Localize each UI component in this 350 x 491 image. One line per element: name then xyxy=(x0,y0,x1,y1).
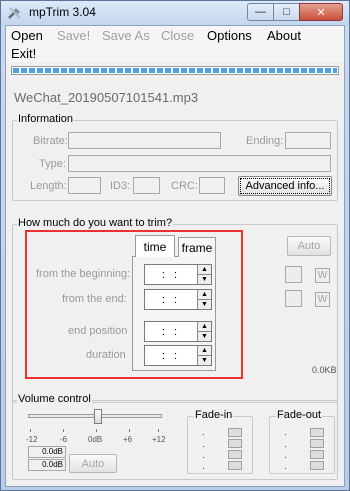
scale-label: -6 xyxy=(60,435,68,444)
w-button-2[interactable]: W xyxy=(315,292,330,307)
crc-label: CRC: xyxy=(171,180,198,192)
fade-out-curve-icon xyxy=(310,450,324,459)
menu-save-as[interactable]: Save As xyxy=(102,28,150,44)
w-label-2: W xyxy=(317,294,328,305)
fade-in-curve-icon xyxy=(228,461,242,470)
menu-options[interactable]: Options xyxy=(207,28,252,44)
fade-out-curve-icon xyxy=(310,461,324,470)
fade-in-title: Fade-in xyxy=(194,409,234,421)
fade-out-radio-4[interactable]: · xyxy=(284,464,287,473)
minimize-button[interactable]: — xyxy=(247,3,273,21)
menu-exit[interactable]: Exit! xyxy=(11,46,36,62)
maximize-icon: □ xyxy=(283,6,290,18)
scale-tick xyxy=(63,429,64,432)
scale-tick xyxy=(158,429,159,432)
ending-label: Ending: xyxy=(246,135,284,147)
trim-toggle-1[interactable] xyxy=(285,266,302,283)
caption-buttons: — □ ✕ xyxy=(247,3,343,21)
progress-fill xyxy=(13,68,337,73)
fade-in-curve-icon xyxy=(228,450,242,459)
volume-auto-button[interactable]: Auto xyxy=(69,454,117,473)
scale-label: 0dB xyxy=(88,435,103,444)
volume-auto-label: Auto xyxy=(81,457,105,470)
fade-out-radio-2[interactable]: · xyxy=(284,442,287,451)
volume-title: Volume control xyxy=(17,393,92,405)
type-label: Type: xyxy=(39,158,66,170)
title-bar[interactable]: mpTrim 3.04 — □ ✕ xyxy=(1,1,349,25)
fade-out-radio-3[interactable]: · xyxy=(284,453,287,462)
fade-out-group: Fade-out xyxy=(269,409,335,474)
bitrate-label: Bitrate: xyxy=(33,135,68,147)
ending-field xyxy=(285,132,331,149)
fade-in-radio-2[interactable]: · xyxy=(202,442,205,451)
scale-tick xyxy=(129,429,130,432)
crc-field xyxy=(199,177,225,194)
menu-save[interactable]: Save! xyxy=(57,28,90,44)
menu-about[interactable]: About xyxy=(267,28,301,44)
trim-title: How much do you want to trim? xyxy=(17,217,174,229)
client-area: Open Save! Save As Close Options About E… xyxy=(5,25,345,487)
trim-toggle-2[interactable] xyxy=(285,290,302,307)
volume-slider-thumb[interactable] xyxy=(94,409,102,424)
w-button-1[interactable]: W xyxy=(315,268,330,283)
fade-in-radio-4[interactable]: · xyxy=(202,464,205,473)
advanced-info-button[interactable]: Advanced info... xyxy=(238,176,332,196)
information-title: Information xyxy=(17,113,75,125)
trim-auto-button[interactable]: Auto xyxy=(287,236,331,256)
fade-in-curve-icon xyxy=(228,439,242,448)
maximize-button[interactable]: □ xyxy=(273,3,299,21)
progress-bar xyxy=(11,66,339,75)
scale-label: +6 xyxy=(123,435,133,444)
id3-field xyxy=(133,177,160,194)
type-field xyxy=(68,155,331,172)
fade-in-radio-3[interactable]: · xyxy=(202,453,205,462)
fade-out-radio-1[interactable]: · xyxy=(284,430,287,439)
menu-close[interactable]: Close xyxy=(161,28,194,44)
length-label: Length: xyxy=(30,180,67,192)
app-window: mpTrim 3.04 — □ ✕ Open Save! Save As Clo… xyxy=(0,0,350,491)
size-readout: 0.0KB xyxy=(312,365,337,375)
tools-icon xyxy=(7,5,23,21)
fade-out-curve-icon xyxy=(310,439,324,448)
menu-bar: Open Save! Save As Close Options About E… xyxy=(6,26,344,62)
minimize-icon: — xyxy=(255,6,266,18)
scale-label: -12 xyxy=(26,435,38,444)
highlight-box xyxy=(25,230,243,379)
bitrate-field xyxy=(68,132,221,149)
w-label-1: W xyxy=(317,270,328,281)
scale-label: +12 xyxy=(152,435,166,444)
trim-auto-label: Auto xyxy=(297,240,321,252)
id3-label: ID3: xyxy=(110,180,131,192)
left-db-readout: 0.0dB xyxy=(28,446,66,458)
close-icon: ✕ xyxy=(316,6,326,19)
fade-in-curve-icon xyxy=(228,428,242,437)
right-db-readout: 0.0dB xyxy=(28,459,66,471)
scale-tick xyxy=(96,429,97,432)
close-window-button[interactable]: ✕ xyxy=(299,3,343,21)
length-field xyxy=(68,177,101,194)
fade-out-curve-icon xyxy=(310,428,324,437)
window-title: mpTrim 3.04 xyxy=(29,5,96,19)
advanced-info-label: Advanced info... xyxy=(245,180,325,192)
file-name: WeChat_20190507101541.mp3 xyxy=(14,90,199,105)
fade-in-radio-1[interactable]: · xyxy=(202,430,205,439)
fade-in-group: Fade-in xyxy=(187,409,253,474)
fade-out-title: Fade-out xyxy=(276,409,323,421)
scale-tick xyxy=(30,429,31,432)
menu-open[interactable]: Open xyxy=(11,28,43,44)
